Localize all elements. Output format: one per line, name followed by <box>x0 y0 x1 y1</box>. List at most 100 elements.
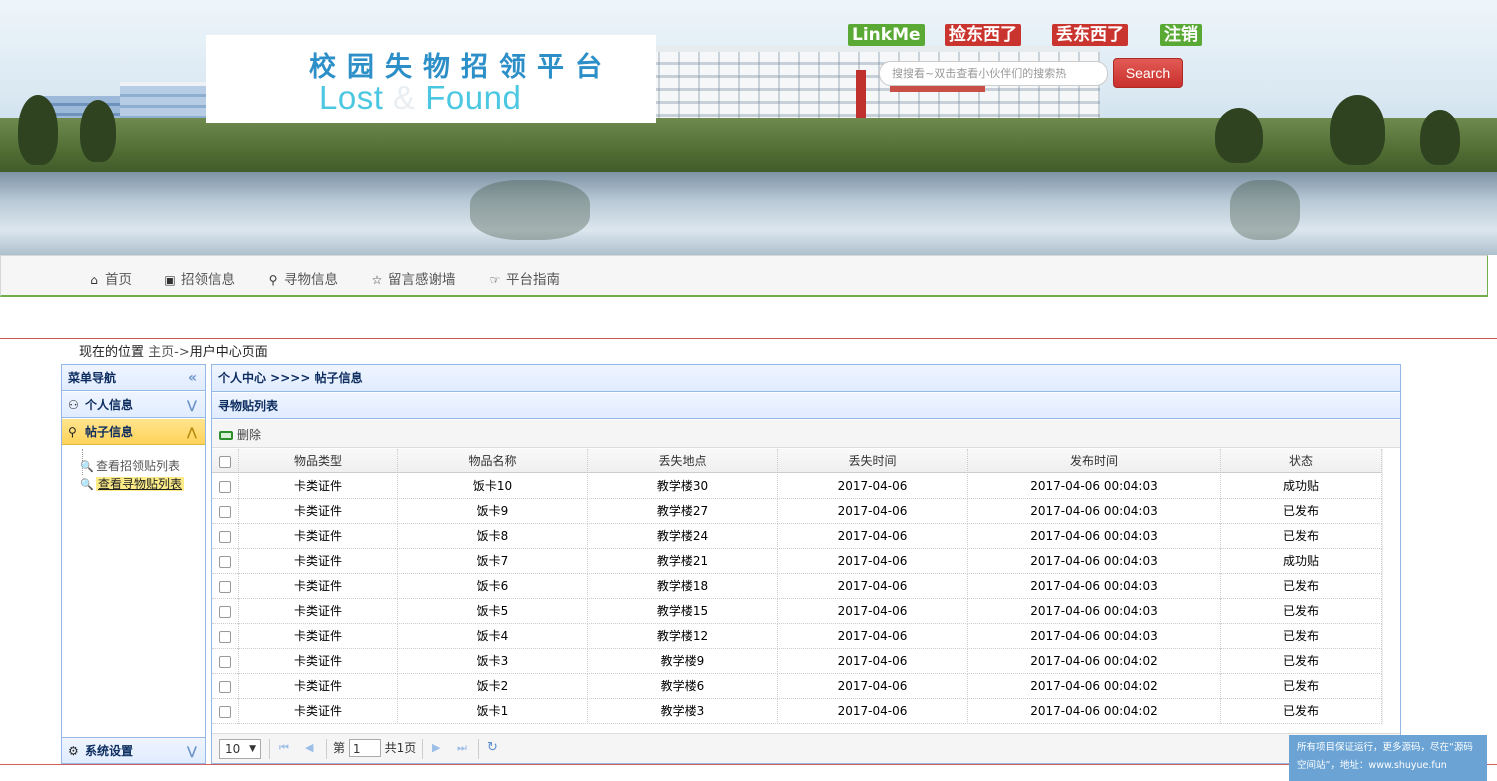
table-row[interactable]: 卡类证件 饭卡10 教学楼30 2017-04-06 2017-04-06 00:04:… <box>212 474 1382 499</box>
logo-word-lost: Lost <box>319 79 384 116</box>
sidebar-section-posts[interactable]: ⚲ 帖子信息 ⋀ <box>62 419 205 445</box>
page-size-select[interactable]: 10 ▼ <box>219 739 261 759</box>
column-header[interactable]: 物品名称 <box>398 449 588 473</box>
nav-item-home[interactable]: ⌂ 首页 <box>87 268 132 288</box>
table-cell: 卡类证件 <box>239 624 398 649</box>
table-cell: 卡类证件 <box>239 574 398 599</box>
table-row[interactable]: 卡类证件 饭卡8 教学楼24 2017-04-06 2017-04-06 00:04:0… <box>212 524 1382 549</box>
nav-item-guide[interactable]: ☞ 平台指南 <box>488 268 560 288</box>
table-cell: 卡类证件 <box>239 549 398 574</box>
link-linkme[interactable]: LinkMe <box>848 24 925 46</box>
grid-scrollbar[interactable] <box>1382 449 1400 725</box>
row-checkbox-cell <box>212 674 239 699</box>
link-lost-item[interactable]: 丢东西了 <box>1052 24 1128 46</box>
table-row[interactable]: 卡类证件 饭卡6 教学楼18 2017-04-06 2017-04-06 00:04:0… <box>212 574 1382 599</box>
table-cell: 2017-04-06 00:04:03 <box>968 549 1221 574</box>
refresh-icon[interactable]: ↻ <box>487 739 498 759</box>
link-logout[interactable]: 注销 <box>1160 24 1202 46</box>
row-checkbox[interactable] <box>219 530 231 543</box>
nav-label: 寻物信息 <box>284 272 338 288</box>
table-cell: 2017-04-06 <box>778 524 968 549</box>
site-logo[interactable]: 校园失物招领平台 Lost & Found <box>206 35 656 123</box>
table-cell: 教学楼15 <box>588 599 778 624</box>
section-label: 系统设置 <box>85 744 134 758</box>
table-cell: 已发布 <box>1221 574 1382 599</box>
row-checkbox[interactable] <box>219 480 231 493</box>
table-row[interactable]: 卡类证件 饭卡2 教学楼6 2017-04-06 2017-04-06 00:04:02… <box>212 674 1382 699</box>
delete-icon <box>219 431 233 440</box>
row-checkbox-cell <box>212 549 239 574</box>
row-checkbox[interactable] <box>219 505 231 518</box>
table-row[interactable]: 卡类证件 饭卡7 教学楼21 2017-04-06 2017-04-06 00:04:0… <box>212 549 1382 574</box>
column-header[interactable]: 物品类型 <box>239 449 398 473</box>
table-cell: 2017-04-06 00:04:03 <box>968 499 1221 524</box>
promo-line: 空间站”，地址：www.shuyue.fun <box>1297 760 1447 771</box>
home-icon: ⌂ <box>90 273 98 287</box>
column-header[interactable]: 丢失时间 <box>778 449 968 473</box>
breadcrumb-current: 用户中心页面 <box>189 345 268 360</box>
search-button[interactable]: Search <box>1113 58 1183 88</box>
tree-item-lost-list[interactable]: 🔍 查看寻物贴列表 <box>80 475 185 492</box>
tree-label: 查看寻物贴列表 <box>96 477 185 491</box>
table-cell: 2017-04-06 00:04:03 <box>968 624 1221 649</box>
logo-word-found: Found <box>425 79 522 116</box>
table-cell: 教学楼12 <box>588 624 778 649</box>
first-page-icon[interactable]: ⏮ <box>279 739 289 759</box>
sidebar-section-settings[interactable]: ⚙ 系统设置 ⋁ <box>62 737 205 763</box>
search-input[interactable]: 搜搜看~双击查看小伙伴们的搜索热 <box>879 61 1108 86</box>
row-checkbox[interactable] <box>219 680 231 693</box>
nav-item-thanks-wall[interactable]: ☆ 留言感谢墙 <box>370 268 456 288</box>
column-header[interactable]: 丢失地点 <box>588 449 778 473</box>
breadcrumb-home[interactable]: 主页-> <box>148 345 190 360</box>
table-cell: 2017-04-06 <box>778 599 968 624</box>
tree-label: 查看招领贴列表 <box>96 459 181 473</box>
last-page-icon[interactable]: ⏭ <box>457 739 467 759</box>
table-cell: 教学楼9 <box>588 649 778 674</box>
nav-label: 招领信息 <box>181 272 235 288</box>
row-checkbox[interactable] <box>219 655 231 668</box>
nav-item-lost-info[interactable]: ⚲ 寻物信息 <box>266 268 338 288</box>
table-cell: 教学楼24 <box>588 524 778 549</box>
row-checkbox[interactable] <box>219 705 231 718</box>
link-found-item[interactable]: 捡东西了 <box>945 24 1021 46</box>
table-row[interactable]: 卡类证件 饭卡1 教学楼3 2017-04-06 2017-04-06 00:04:02… <box>212 699 1382 724</box>
page-prefix: 第 <box>333 741 346 755</box>
prev-page-icon[interactable]: ◀ <box>305 739 313 759</box>
grid-title: 寻物贴列表 <box>212 393 1400 419</box>
row-checkbox[interactable] <box>219 580 231 593</box>
page-size-value: 10 <box>225 742 241 756</box>
promo-banner[interactable]: 所有项目保证运行，更多源码，尽在“源码 空间站”，地址：www.shuyue.f… <box>1289 735 1487 781</box>
row-checkbox[interactable] <box>219 605 231 618</box>
page-number-input[interactable]: 1 <box>348 739 381 757</box>
delete-button[interactable]: 删除 <box>219 426 261 443</box>
table-row[interactable]: 卡类证件 饭卡4 教学楼12 2017-04-06 2017-04-06 00:04:0… <box>212 624 1382 649</box>
table-cell: 教学楼3 <box>588 699 778 724</box>
main-navbar: ⌂ 首页 ▣ 招领信息 ⚲ 寻物信息 ☆ 留言感谢墙 ☞ 平台指南 <box>0 255 1488 297</box>
table-cell: 成功贴 <box>1221 549 1382 574</box>
table-cell: 2017-04-06 00:04:02 <box>968 674 1221 699</box>
next-page-icon[interactable]: ▶ <box>432 739 440 759</box>
banner-reflection <box>1230 180 1300 240</box>
row-checkbox[interactable] <box>219 630 231 643</box>
nav-item-found-info[interactable]: ▣ 招领信息 <box>163 268 235 288</box>
table-cell: 2017-04-06 00:04:02 <box>968 649 1221 674</box>
grid-header: 物品类型 物品名称 丢失地点 丢失时间 发布时间 状态 <box>212 449 1382 473</box>
nav-label: 平台指南 <box>506 272 560 288</box>
table-cell: 2017-04-06 <box>778 699 968 724</box>
row-checkbox-cell <box>212 624 239 649</box>
collapse-left-icon[interactable]: « <box>188 365 197 391</box>
table-cell: 卡类证件 <box>239 499 398 524</box>
table-row[interactable]: 卡类证件 饭卡9 教学楼27 2017-04-06 2017-04-06 00:04:0… <box>212 499 1382 524</box>
panel-title: 个人中心 >>>> 帖子信息 <box>212 365 1400 392</box>
tree-item-found-list[interactable]: 🔍 查看招领贴列表 <box>80 457 180 474</box>
table-cell: 饭卡6 <box>398 574 588 599</box>
column-header[interactable]: 状态 <box>1221 449 1382 473</box>
select-all-checkbox[interactable] <box>219 455 231 468</box>
row-checkbox[interactable] <box>219 555 231 568</box>
table-cell: 已发布 <box>1221 624 1382 649</box>
table-row[interactable]: 卡类证件 饭卡5 教学楼15 2017-04-06 2017-04-06 00:04:0… <box>212 599 1382 624</box>
logo-english-title: Lost & Found <box>319 79 521 117</box>
column-header[interactable]: 发布时间 <box>968 449 1221 473</box>
sidebar-section-personal[interactable]: ⚇ 个人信息 ⋁ <box>62 392 205 418</box>
table-row[interactable]: 卡类证件 饭卡3 教学楼9 2017-04-06 2017-04-06 00:04:02… <box>212 649 1382 674</box>
